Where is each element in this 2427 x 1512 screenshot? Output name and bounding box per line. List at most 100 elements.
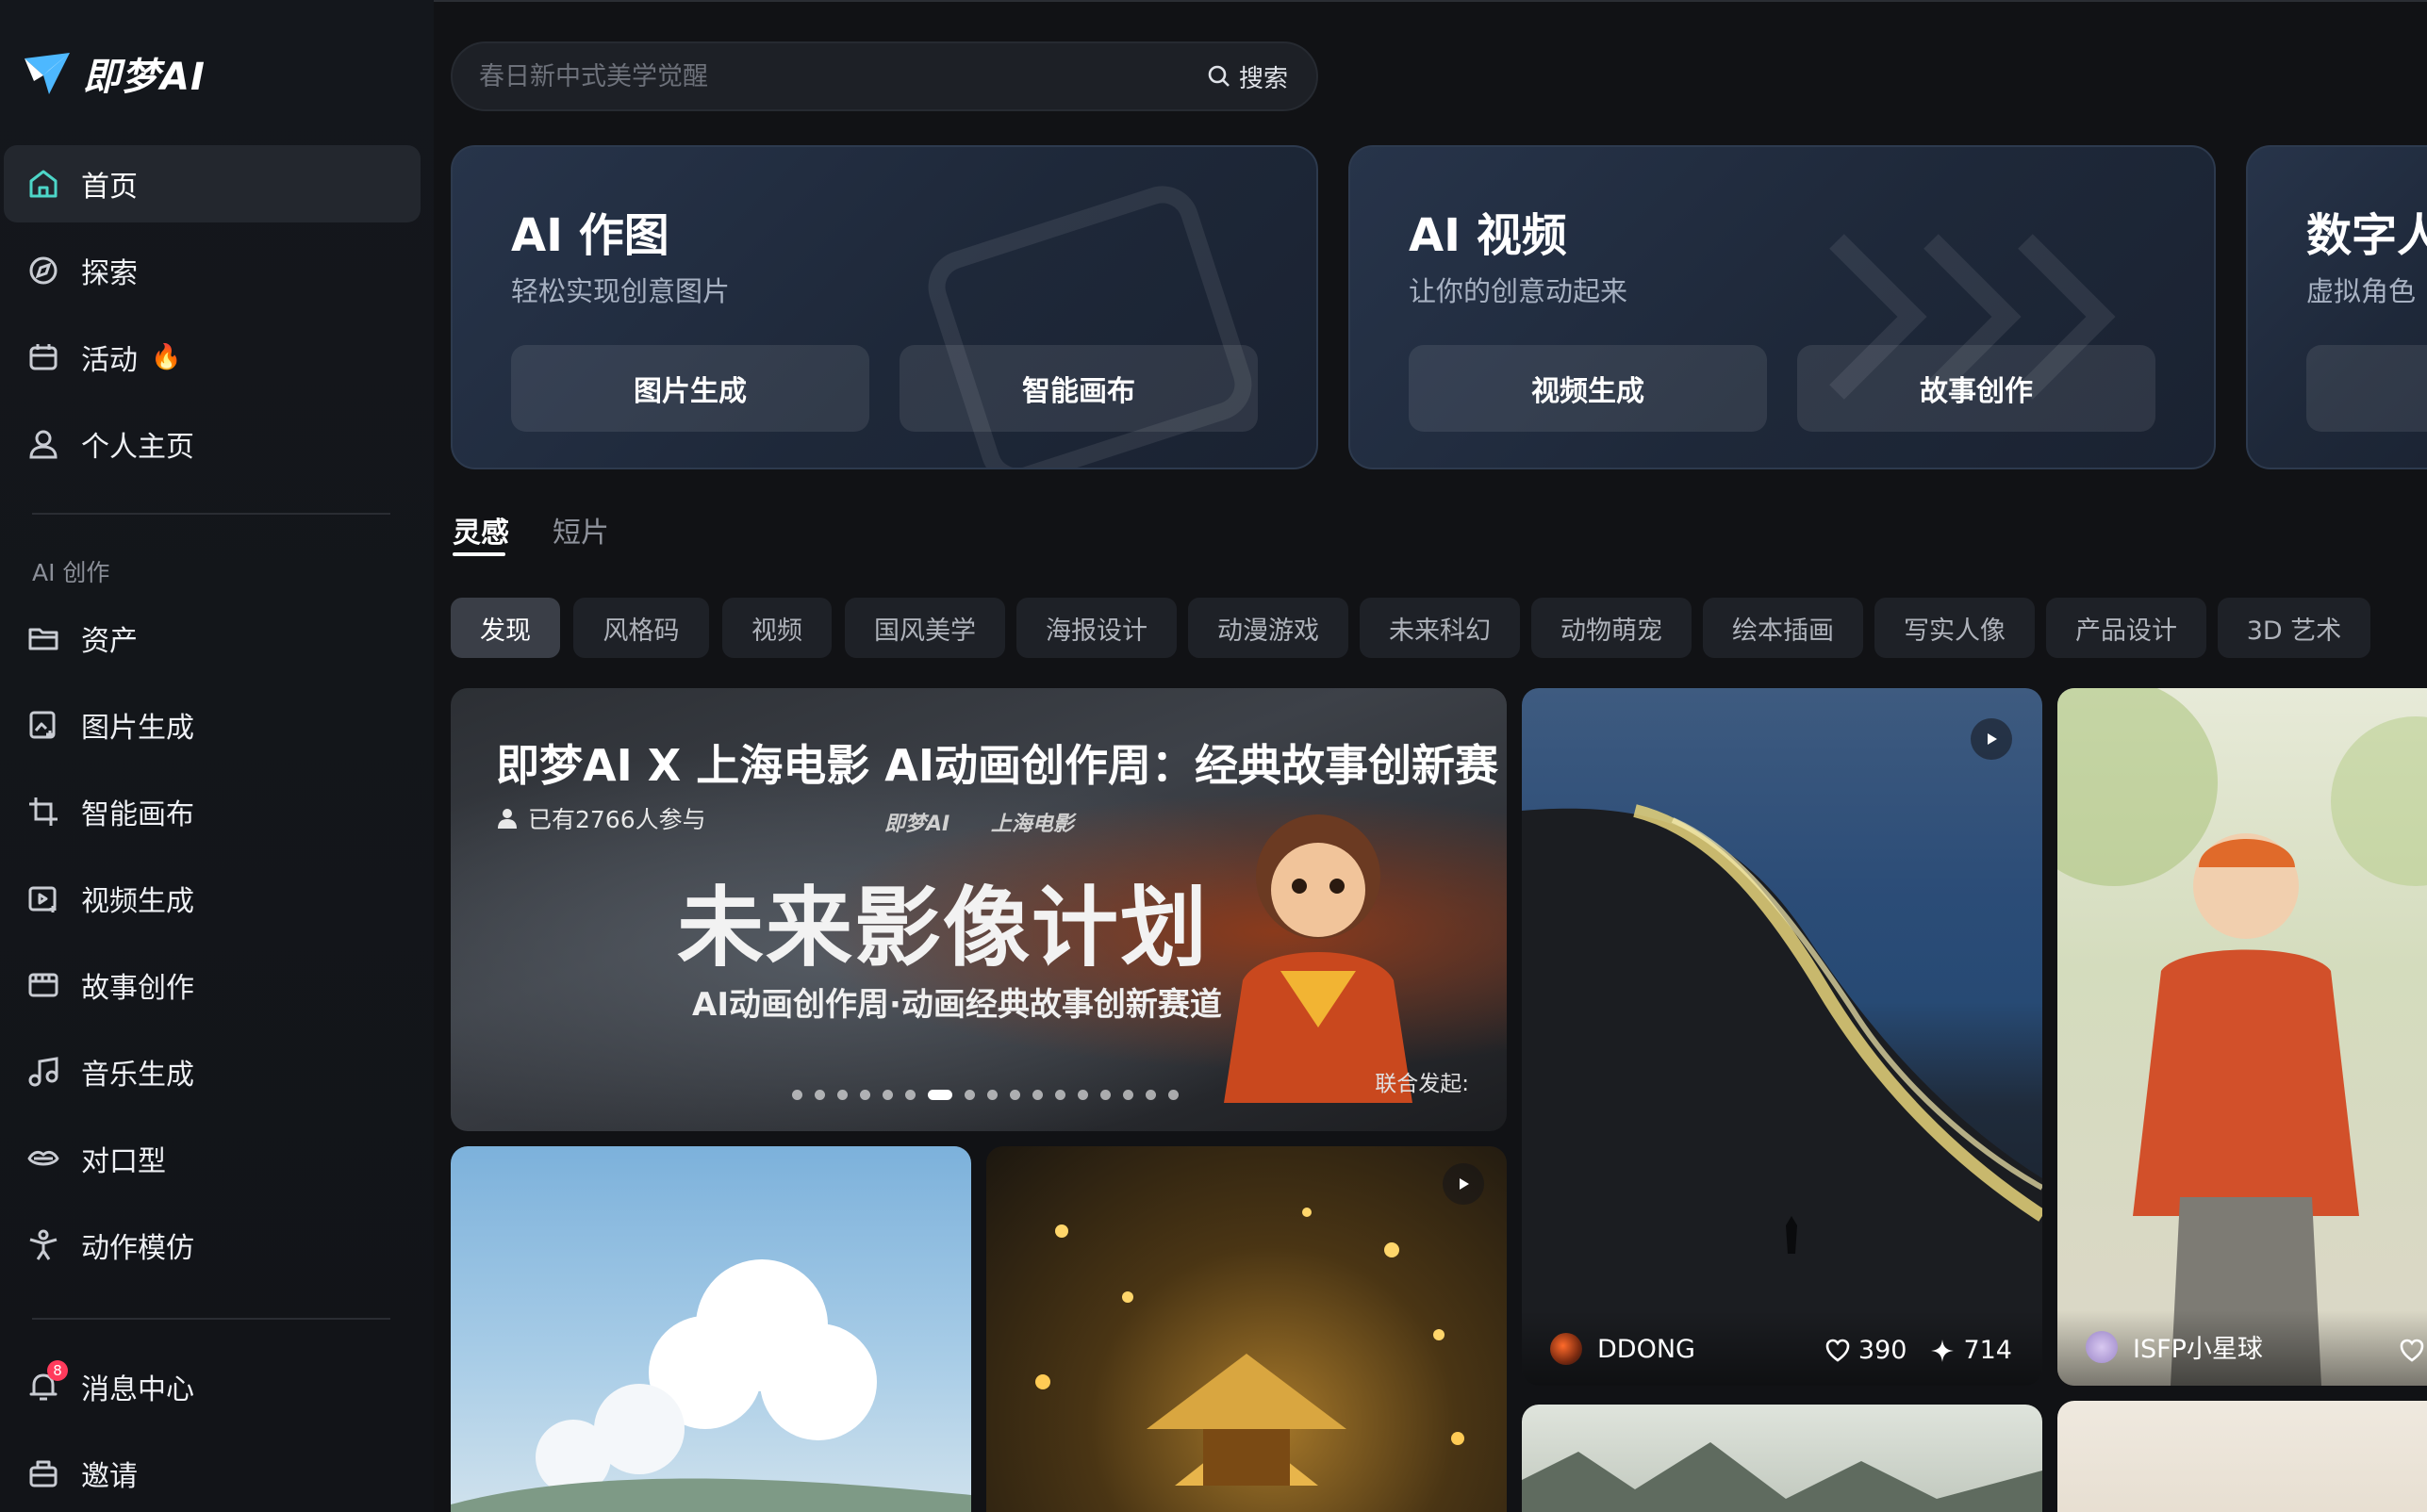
chip-style-code[interactable]: 风格码: [573, 598, 709, 658]
like-stat[interactable]: 390: [1824, 1336, 1907, 1365]
sidebar-item-label: 动作模仿: [81, 1232, 194, 1265]
search-icon: [1208, 65, 1230, 87]
like-stat[interactable]: 446: [2399, 1336, 2427, 1365]
carousel-dot[interactable]: [987, 1090, 998, 1100]
search-bar: 搜索: [451, 41, 1318, 111]
post-card[interactable]: [451, 1146, 971, 1512]
sidebar-item-story[interactable]: 故事创作: [4, 946, 421, 1024]
sidebar-item-profile[interactable]: 个人主页: [4, 405, 421, 483]
sidebar-item-messages[interactable]: 8 消息中心: [4, 1348, 421, 1425]
logo-icon: [25, 53, 70, 94]
post-image: [451, 1259, 971, 1512]
sidebar-item-events[interactable]: 活动 🔥: [4, 319, 421, 396]
banner-brand-left: 即梦AI: [884, 813, 950, 836]
smart-canvas-button[interactable]: 智能画布: [900, 345, 1258, 432]
chip-product-design[interactable]: 产品设计: [2046, 598, 2206, 658]
chip-discover[interactable]: 发现: [451, 598, 560, 658]
chip-sci-fi[interactable]: 未来科幻: [1360, 598, 1520, 658]
chip-realistic-portrait[interactable]: 写实人像: [1874, 598, 2035, 658]
author-name: ISFP小星球: [2133, 1335, 2263, 1364]
sidebar-item-assets[interactable]: 资产: [4, 600, 421, 677]
play-button[interactable]: [1971, 718, 2012, 760]
carousel-dot[interactable]: [905, 1090, 916, 1100]
post-image: [1522, 1442, 2042, 1512]
digital-human-button[interactable]: [2306, 345, 2427, 432]
image-gen-button[interactable]: 图片生成: [511, 345, 869, 432]
sidebar-item-label: 首页: [81, 171, 138, 204]
carousel-dot[interactable]: [883, 1090, 893, 1100]
sidebar-divider: [32, 513, 390, 515]
sidebar-item-explore[interactable]: 探索: [4, 232, 421, 309]
post-author[interactable]: DDONG: [1550, 1333, 1695, 1365]
sidebar-item-image-gen[interactable]: 图片生成: [4, 686, 421, 764]
tab-inspiration[interactable]: 灵感: [453, 509, 509, 551]
sidebar-item-motion[interactable]: 动作模仿: [4, 1207, 421, 1284]
sidebar-item-label: 邀请: [81, 1460, 138, 1493]
post-card[interactable]: [2057, 1401, 2427, 1512]
carousel-dot[interactable]: [1078, 1090, 1088, 1100]
play-button[interactable]: [1443, 1163, 1484, 1205]
calendar-icon: [23, 337, 64, 378]
post-card[interactable]: [1522, 1405, 2042, 1512]
carousel-dot[interactable]: [860, 1090, 870, 1100]
bell-icon: 8: [23, 1360, 68, 1407]
post-card[interactable]: DDONG 390 714: [1522, 688, 2042, 1386]
carousel-dot[interactable]: [1146, 1090, 1156, 1100]
carousel-dot[interactable]: [1055, 1090, 1065, 1100]
event-banner[interactable]: 即梦AI X 上海电影 AI动画创作周：经典故事创新赛 已有2766人参与 即梦…: [451, 688, 1507, 1131]
chip-chinese-style[interactable]: 国风美学: [845, 598, 1005, 658]
play-icon: [1988, 733, 1997, 745]
search-input[interactable]: [453, 61, 1207, 91]
sidebar-item-music[interactable]: 音乐生成: [4, 1033, 421, 1110]
carousel-dot[interactable]: [928, 1090, 952, 1100]
carousel-dot[interactable]: [837, 1090, 848, 1100]
carousel-dot[interactable]: [965, 1090, 975, 1100]
chip-picture-book[interactable]: 绘本插画: [1703, 598, 1863, 658]
post-card[interactable]: ISFP小星球 446: [2057, 688, 2427, 1386]
banner-subtitle: AI动画创作周·动画经典故事创新赛道: [692, 986, 1222, 1024]
chip-video[interactable]: 视频: [722, 598, 832, 658]
carousel-dot[interactable]: [1123, 1090, 1133, 1100]
chip-anime-games[interactable]: 动漫游戏: [1188, 598, 1348, 658]
participants-count: 已有2766人参与: [528, 806, 706, 833]
post-image: [1035, 1208, 1464, 1486]
author-name: DDONG: [1597, 1334, 1695, 1364]
sidebar-item-label: 个人主页: [81, 431, 194, 464]
sidebar-item-video-gen[interactable]: 视频生成: [4, 860, 421, 937]
sidebar-item-label: 活动: [81, 344, 138, 377]
home-icon: [23, 163, 64, 205]
logo[interactable]: 即梦AI: [21, 45, 206, 102]
video-gen-button[interactable]: 视频生成: [1409, 345, 1767, 432]
tab-shorts[interactable]: 短片: [553, 509, 609, 551]
post-stats: 446: [2376, 1336, 2427, 1365]
carousel-dot[interactable]: [1100, 1090, 1111, 1100]
sidebar-divider: [32, 1318, 390, 1320]
carousel-dot[interactable]: [792, 1090, 802, 1100]
banner-brand-right: 上海电影: [990, 813, 1074, 836]
story-create-button[interactable]: 故事创作: [1797, 345, 2155, 432]
carousel-dot[interactable]: [815, 1090, 825, 1100]
chip-poster-design[interactable]: 海报设计: [1016, 598, 1177, 658]
heart-icon: [2401, 1339, 2424, 1362]
carousel-dot[interactable]: [1168, 1090, 1179, 1100]
carousel-dot[interactable]: [1010, 1090, 1020, 1100]
remix-stat[interactable]: 714: [1929, 1336, 2012, 1365]
search-button[interactable]: 搜索: [1207, 59, 1288, 94]
sidebar-item-lip-sync[interactable]: 对口型: [4, 1120, 421, 1197]
post-image: [1522, 804, 2042, 1386]
canvas-crop-icon: [23, 791, 64, 832]
sidebar-item-home[interactable]: 首页: [4, 145, 421, 222]
sidebar-item-invite[interactable]: 邀请: [4, 1435, 421, 1512]
unread-badge: 8: [47, 1360, 68, 1381]
user-icon: [23, 423, 64, 465]
chip-cute-pets[interactable]: 动物萌宠: [1531, 598, 1692, 658]
post-author[interactable]: ISFP小星球: [2086, 1328, 2263, 1365]
feature-card-ai-video: AI 视频 让你的创意动起来 视频生成 故事创作: [1348, 145, 2216, 469]
carousel-dot[interactable]: [1032, 1090, 1043, 1100]
search-button-label: 搜索: [1238, 64, 1288, 93]
post-card[interactable]: [986, 1146, 1507, 1512]
like-count: 390: [1857, 1336, 1907, 1365]
banner-headline: 未来影像计划: [677, 878, 1210, 978]
sidebar-item-canvas[interactable]: 智能画布: [4, 773, 421, 850]
chip-3d-art[interactable]: 3D 艺术: [2218, 598, 2370, 658]
